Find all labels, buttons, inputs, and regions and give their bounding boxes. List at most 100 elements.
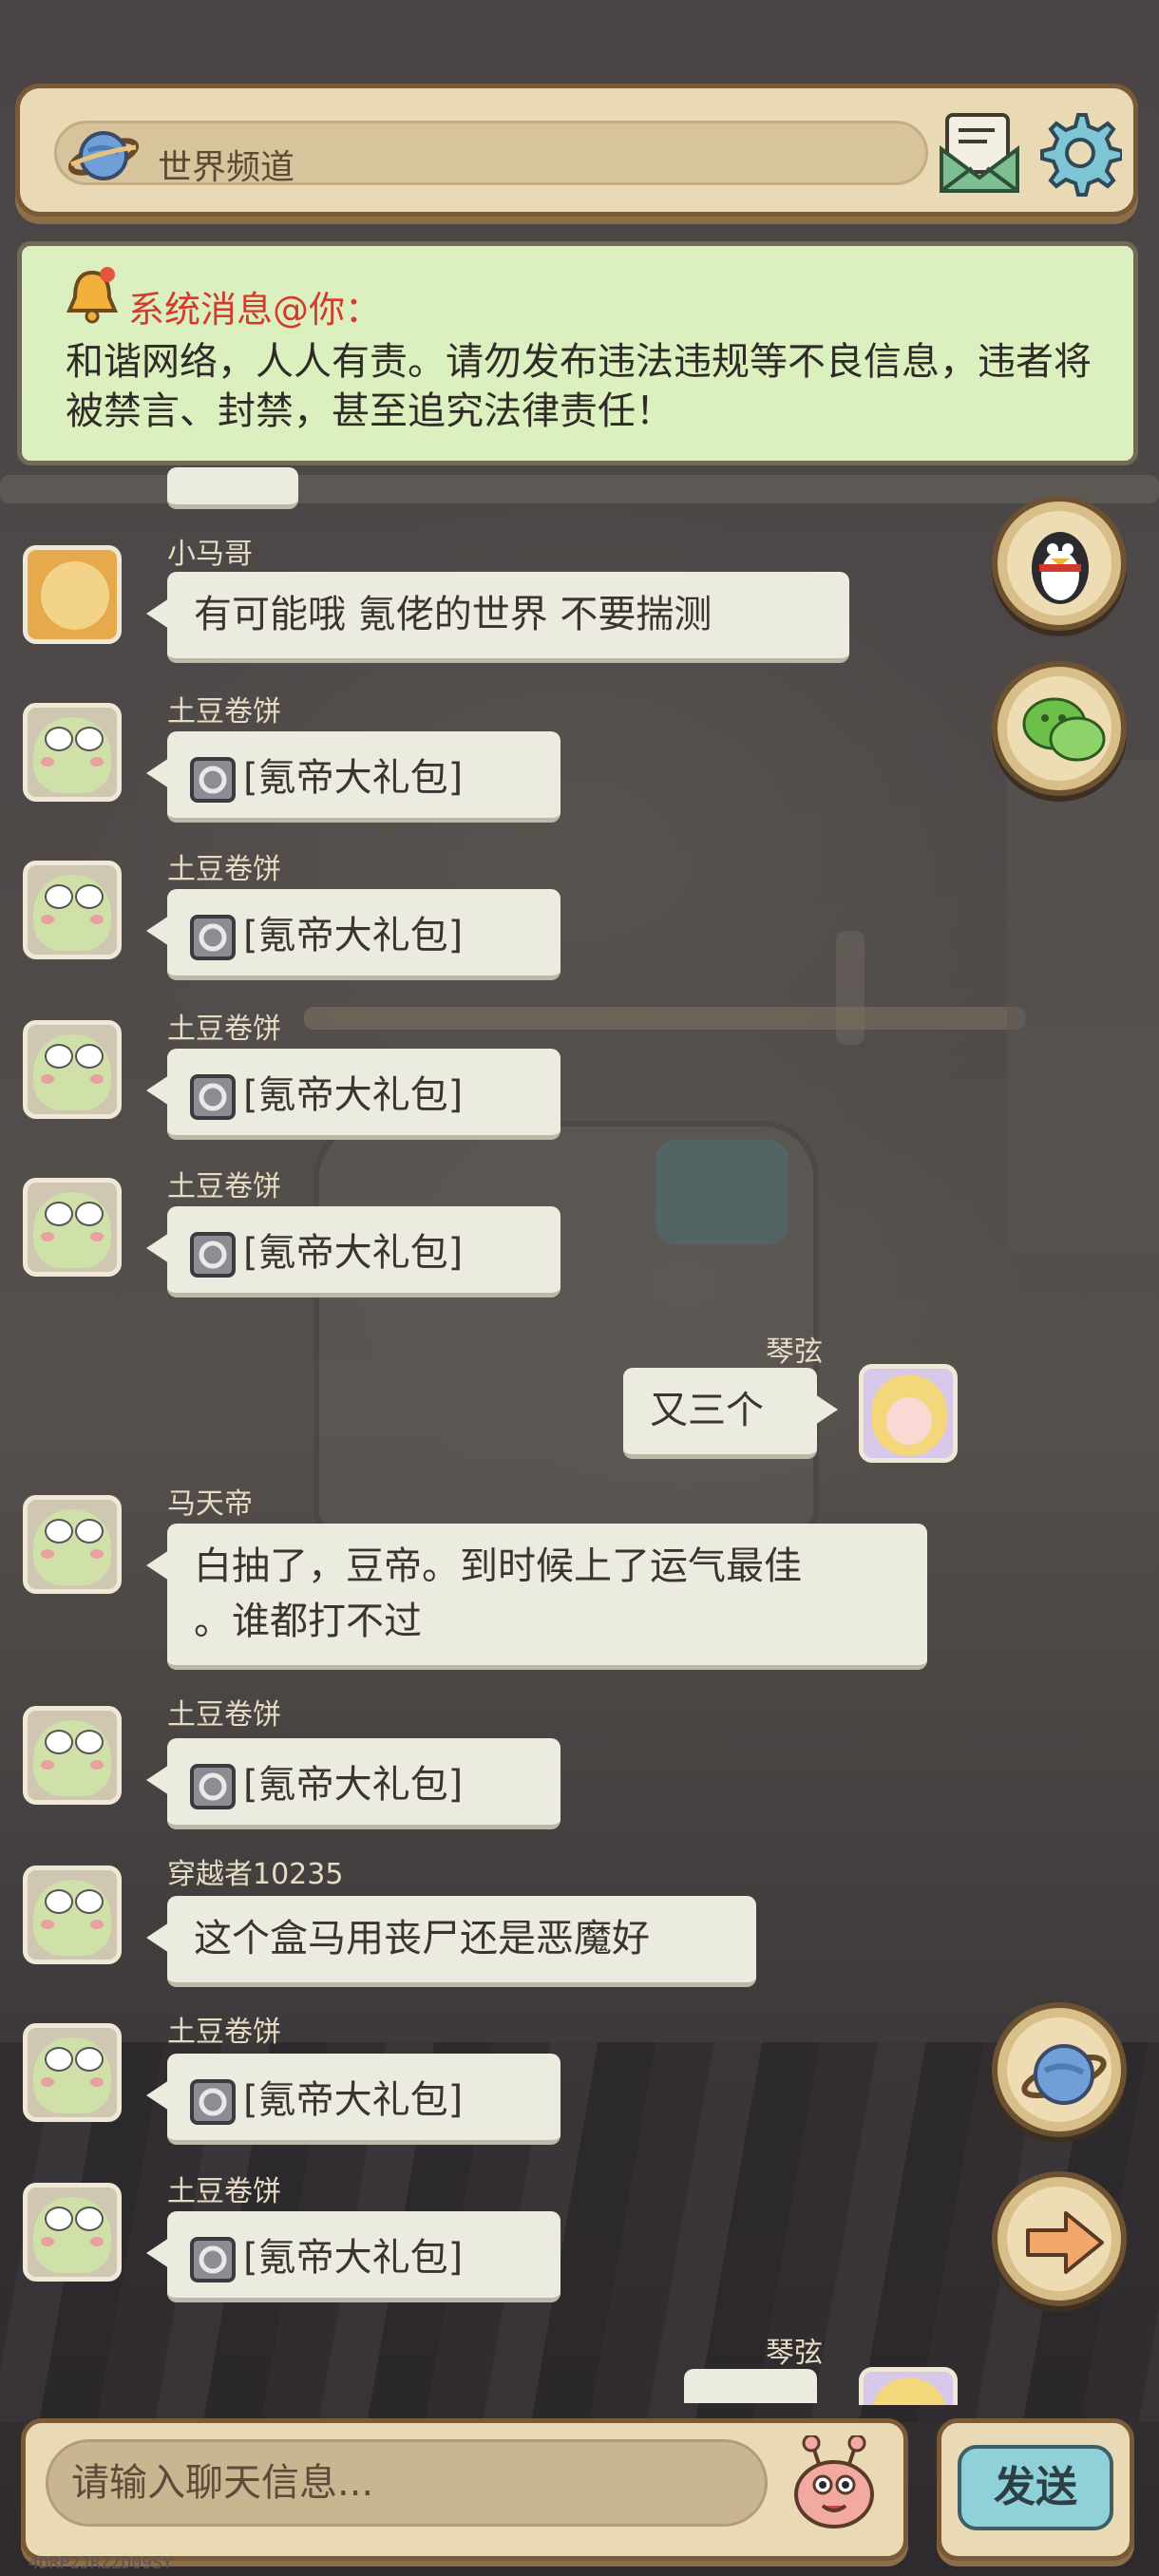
frog-cheek	[41, 915, 54, 924]
planet-icon	[67, 131, 140, 180]
username: 土豆卷饼	[167, 2175, 281, 2208]
chat-bubble[interactable]: [氪帝大礼包]	[146, 2054, 560, 2145]
frog-cheek	[41, 1074, 54, 1084]
planet-icon	[1021, 2044, 1107, 2105]
channel-label: 世界频道	[158, 148, 295, 187]
username: 马天帝	[167, 1487, 253, 1521]
message-text: [氪帝大礼包]	[243, 1073, 464, 1117]
avatar[interactable]	[23, 1866, 122, 1964]
frog-cheek	[90, 1549, 104, 1559]
username: 土豆卷饼	[167, 853, 281, 886]
gift-pack-icon	[190, 1232, 236, 1278]
girl-face	[886, 1397, 932, 1445]
message-text: 有可能哦 氪佬的世界 不要揣测	[194, 593, 712, 636]
vault-door-decor	[1007, 760, 1159, 1254]
frog-eye	[45, 727, 73, 751]
mail-icon[interactable]	[938, 111, 1021, 195]
system-notice: 系统消息@你： 和谐网络，人人有责。请勿发布违法违规等不良信息，违者将被禁言、封…	[17, 241, 1138, 465]
message-text-line1: 白抽了，豆帝。到时候上了运气最佳	[194, 1544, 802, 1588]
avatar[interactable]	[23, 1706, 122, 1805]
chat-bubble[interactable]: [氪帝大礼包]	[146, 1049, 560, 1140]
chat-bubble[interactable]: [氪帝大礼包]	[146, 731, 560, 823]
world-channel-button[interactable]	[992, 2002, 1127, 2137]
arrow-right-icon	[1026, 2211, 1104, 2274]
frog-eye	[75, 727, 104, 751]
frog-face	[33, 1880, 111, 1956]
chat-bubble[interactable]: [氪帝大礼包]	[146, 2211, 560, 2302]
avatar[interactable]	[23, 1495, 122, 1594]
avatar[interactable]	[23, 703, 122, 802]
avatar[interactable]	[23, 2023, 122, 2122]
frog-eye	[45, 2047, 73, 2072]
message-text: 又三个	[650, 1389, 764, 1432]
barrier-decor	[304, 1007, 1026, 1030]
girl-hair	[871, 2377, 947, 2405]
penguin-icon	[1032, 532, 1089, 604]
chat-bubble[interactable]: 有可能哦 氪佬的世界 不要揣测	[146, 572, 849, 663]
frog-eye	[75, 1202, 104, 1226]
gift-pack-icon	[190, 1764, 236, 1809]
frog-eye	[75, 1044, 104, 1069]
message-text-line2: 。谁都打不过	[194, 1600, 422, 1643]
send-button[interactable]: 发送	[958, 2445, 1113, 2530]
next-button[interactable]	[992, 2171, 1127, 2306]
chat-bubble[interactable]: [氪帝大礼包]	[146, 889, 560, 980]
frog-eye	[45, 1044, 73, 1069]
username: 琴弦	[766, 2337, 823, 2370]
username: 土豆卷饼	[167, 1698, 281, 1732]
frog-cheek	[41, 1232, 54, 1241]
avatar[interactable]	[23, 545, 122, 644]
frog-cheek	[41, 1549, 54, 1559]
gift-pack-icon	[190, 2079, 236, 2125]
frog-face	[33, 1192, 111, 1268]
wechat-icon	[1022, 697, 1106, 762]
wechat-button[interactable]	[992, 661, 1127, 796]
gear-icon[interactable]	[1035, 109, 1122, 197]
frog-cheek	[41, 2237, 54, 2246]
avatar[interactable]	[23, 861, 122, 959]
username: 土豆卷饼	[167, 2016, 281, 2049]
avatar[interactable]	[23, 1020, 122, 1119]
frog-face	[33, 717, 111, 793]
message-text: [氪帝大礼包]	[243, 914, 464, 957]
frog-eye	[45, 884, 73, 909]
frog-cheek	[90, 1760, 104, 1770]
username: 小马哥	[167, 538, 253, 571]
frog-cheek	[41, 2077, 54, 2087]
avatar[interactable]	[23, 1178, 122, 1277]
gift-pack-icon	[190, 1074, 236, 1120]
frog-face	[33, 875, 111, 951]
avatar[interactable]	[859, 1364, 958, 1463]
frog-cheek	[90, 2237, 104, 2246]
message-text: 这个盒马用丧尸还是恶魔好	[194, 1917, 650, 1960]
chat-bubble[interactable]: 这个盒马用丧尸还是恶魔好	[146, 1896, 756, 1987]
frog-eye	[75, 2207, 104, 2231]
channel-bar: 世界频道	[15, 84, 1138, 217]
frog-eye	[45, 1202, 73, 1226]
emoji-icon[interactable]	[790, 2435, 878, 2530]
frog-cheek	[90, 2077, 104, 2087]
frog-eye	[45, 1519, 73, 1544]
frog-cheek	[90, 1232, 104, 1241]
notice-text: 和谐网络，人人有责。请勿发布违法违规等不良信息，违者将被禁言、封禁，甚至追究法律…	[66, 340, 1092, 433]
frog-eye	[75, 1730, 104, 1754]
frog-eye	[45, 1889, 73, 1914]
frog-face	[33, 2197, 111, 2273]
frog-cheek	[41, 757, 54, 767]
frog-face	[33, 1509, 111, 1585]
chat-bubble[interactable]: 又三个	[623, 1368, 838, 1459]
username: 土豆卷饼	[167, 1013, 281, 1046]
username: 土豆卷饼	[167, 1170, 281, 1203]
message-text: [氪帝大礼包]	[243, 1763, 464, 1807]
frog-eye	[45, 1730, 73, 1754]
chat-input[interactable]	[46, 2439, 768, 2527]
chat-bubble[interactable]: [氪帝大礼包]	[146, 1206, 560, 1297]
chat-bubble-partial	[684, 2369, 817, 2403]
chat-bubble-partial	[167, 467, 298, 509]
qq-button[interactable]	[992, 496, 1127, 631]
chat-bubble[interactable]: [氪帝大礼包]	[146, 1738, 560, 1829]
chat-bubble[interactable]: 白抽了，豆帝。到时候上了运气最佳 。谁都打不过	[146, 1524, 927, 1670]
frog-cheek	[90, 757, 104, 767]
avatar[interactable]	[23, 2183, 122, 2282]
gift-pack-icon	[190, 2237, 236, 2282]
